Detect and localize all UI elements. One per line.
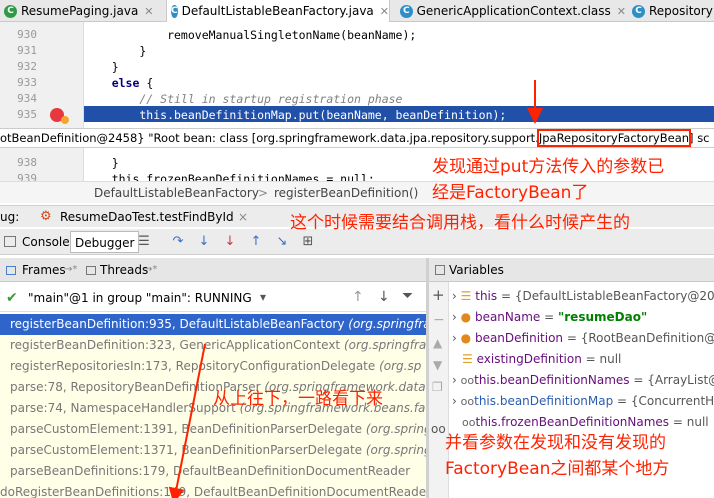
annotation-text: 并看参数在发现和没有发现的 <box>445 433 666 453</box>
annotation-arrows <box>168 80 543 498</box>
annotation-text: 这个时候需要结合调用栈，看什么时候产生的 <box>290 213 630 233</box>
ide-window: C ResumePaging.java ✕ C DefaultListableB… <box>0 0 714 498</box>
annotation-arrow-down <box>168 343 206 498</box>
annotation-text: FactoryBean之间都某个地方 <box>445 459 670 479</box>
annotation-text: 发现通过put方法传入的参数已 <box>432 157 665 177</box>
annotation-text: 从上往下，一路看下来 <box>213 389 383 409</box>
annotation-text: 经是FactoryBean了 <box>432 183 589 203</box>
